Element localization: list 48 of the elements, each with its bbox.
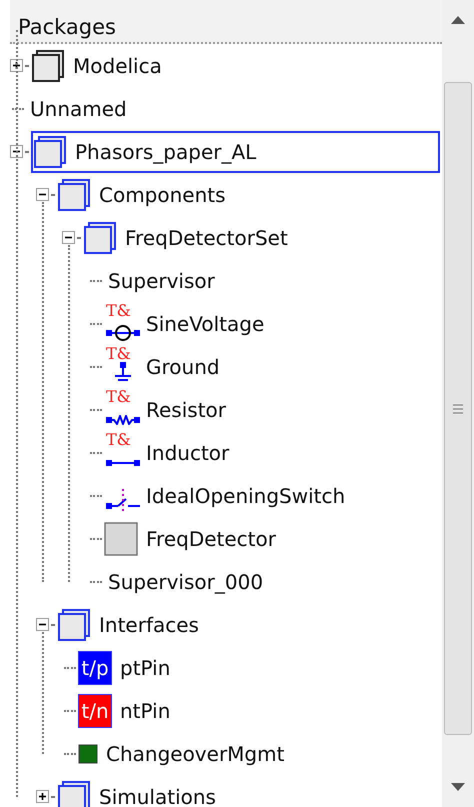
expand-toggle[interactable] [10,59,23,72]
tree-item[interactable]: Supervisor [104,264,221,298]
scroll-thumb[interactable] [444,82,472,735]
tree-item[interactable]: Resistor [142,392,232,426]
collapse-toggle[interactable] [36,188,49,201]
tree-item[interactable]: Ground [142,350,226,384]
tree-item[interactable]: Unnamed [26,92,133,126]
collapse-toggle[interactable] [36,618,49,631]
package-icon [57,780,91,807]
block-icon [104,522,138,556]
package-icon [31,48,65,82]
tree-item[interactable]: Supervisor_000 [104,564,270,598]
icon-label: T& [106,302,131,318]
tree-item[interactable]: Interfaces [95,608,205,642]
package-icon [33,134,67,168]
pin-icon: t/p [78,650,112,684]
voltage-source-icon [104,324,142,340]
switch-icon [104,488,142,512]
icon-label: T& [106,388,131,404]
panel-header: Packages [10,0,442,44]
tree-item[interactable]: Modelica [69,48,168,82]
tree-item[interactable]: ptPin [116,650,176,684]
scroll-up-icon[interactable] [451,16,465,24]
scroll-down-icon[interactable] [451,783,465,791]
selected-tree-item[interactable]: Phasors_paper_AL [31,130,440,172]
tree-item[interactable]: Simulations [95,780,222,807]
resistor-icon [104,414,142,424]
tree-item[interactable]: ntPin [116,694,176,728]
icon-label: T& [106,432,131,448]
collapse-toggle[interactable] [62,231,75,244]
pin-icon: t/n [78,694,112,728]
tree-item[interactable]: FreqDetectorSet [121,220,294,254]
tree-item[interactable]: Inductor [142,436,236,470]
tree-item[interactable]: IdealOpeningSwitch [142,478,352,512]
package-icon [57,178,91,212]
inductor-icon [104,458,142,466]
package-icon [83,220,117,254]
icon-label: T& [106,346,131,362]
square-icon [78,744,98,764]
tree-item[interactable]: ChangeoverMgmt [102,736,290,770]
package-icon [57,608,91,642]
collapse-toggle[interactable] [10,145,23,158]
tree-item[interactable]: Phasors_paper_AL [71,134,262,168]
tree-item[interactable]: SineVoltage [142,306,270,340]
tree-item[interactable]: FreqDetector [142,522,282,556]
scrollbar[interactable] [442,0,474,807]
expand-toggle[interactable] [36,790,49,803]
tree-item[interactable]: Components [95,178,232,212]
